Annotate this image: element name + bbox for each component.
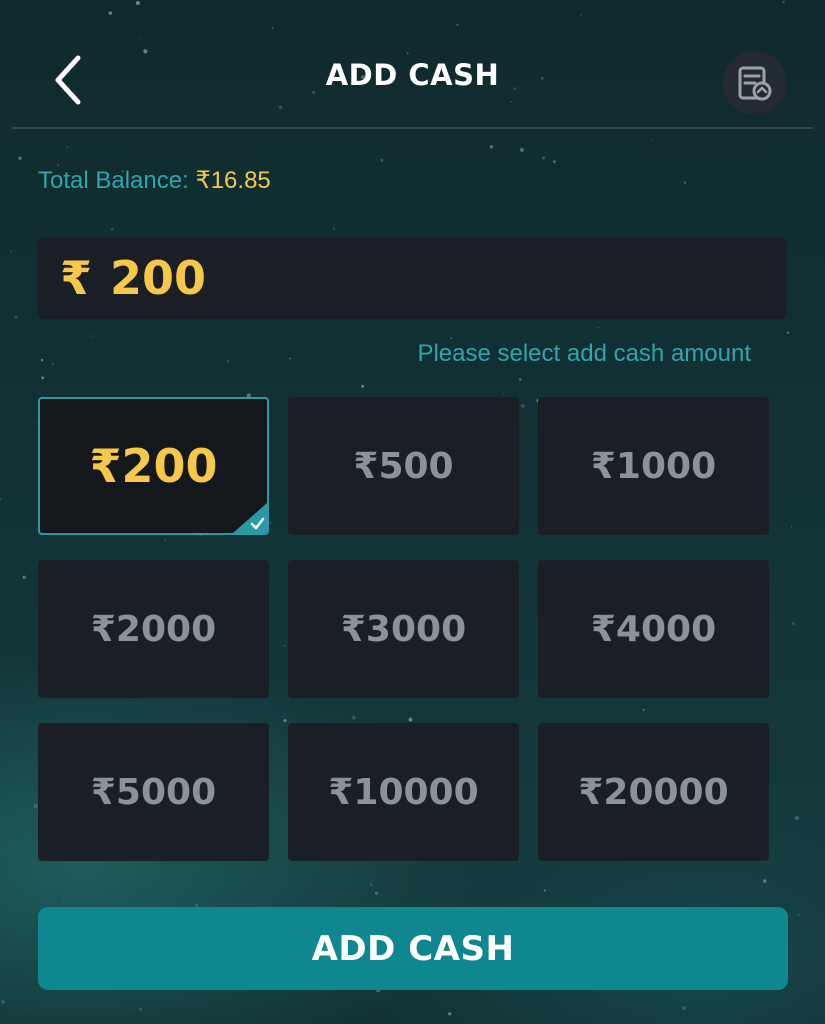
amount-input[interactable]: ₹ 200 [38, 237, 786, 319]
amount-option-3000[interactable]: ₹3000 [288, 560, 519, 698]
amount-option-1000[interactable]: ₹1000 [538, 397, 769, 535]
amount-option-2000[interactable]: ₹2000 [38, 560, 269, 698]
transaction-history-button[interactable] [723, 51, 787, 115]
amount-option-20000[interactable]: ₹20000 [538, 723, 769, 861]
header-divider [12, 127, 813, 129]
header-bar: ADD CASH [0, 0, 825, 128]
checkmark-icon [233, 503, 267, 533]
amount-option-4000[interactable]: ₹4000 [538, 560, 769, 698]
amount-option-label: ₹2000 [90, 608, 217, 650]
balance-value: ₹16.85 [195, 167, 271, 194]
amount-options-grid: ₹200 ₹500 ₹1000 ₹2000 ₹3000 ₹4000 ₹5000 … [38, 397, 770, 861]
total-balance: Total Balance: ₹16.85 [38, 166, 271, 195]
amount-option-label: ₹20000 [578, 771, 729, 813]
amount-option-label: ₹5000 [90, 771, 217, 813]
amount-option-label: ₹4000 [590, 608, 717, 650]
add-cash-button[interactable]: ADD CASH [38, 907, 788, 990]
rupee-icon: ₹ [60, 251, 93, 305]
select-amount-hint: Please select add cash amount [417, 340, 751, 367]
amount-option-label: ₹1000 [590, 445, 717, 487]
amount-option-500[interactable]: ₹500 [288, 397, 519, 535]
amount-option-label: ₹10000 [328, 771, 479, 813]
amount-option-10000[interactable]: ₹10000 [288, 723, 519, 861]
amount-value: 200 [110, 251, 207, 305]
transaction-history-icon [738, 66, 772, 101]
amount-option-5000[interactable]: ₹5000 [38, 723, 269, 861]
balance-label: Total Balance: [38, 167, 196, 194]
amount-option-label: ₹200 [89, 439, 218, 493]
amount-option-label: ₹500 [353, 445, 454, 487]
amount-option-label: ₹3000 [340, 608, 467, 650]
page-title: ADD CASH [325, 58, 500, 92]
amount-option-200[interactable]: ₹200 [38, 397, 269, 535]
